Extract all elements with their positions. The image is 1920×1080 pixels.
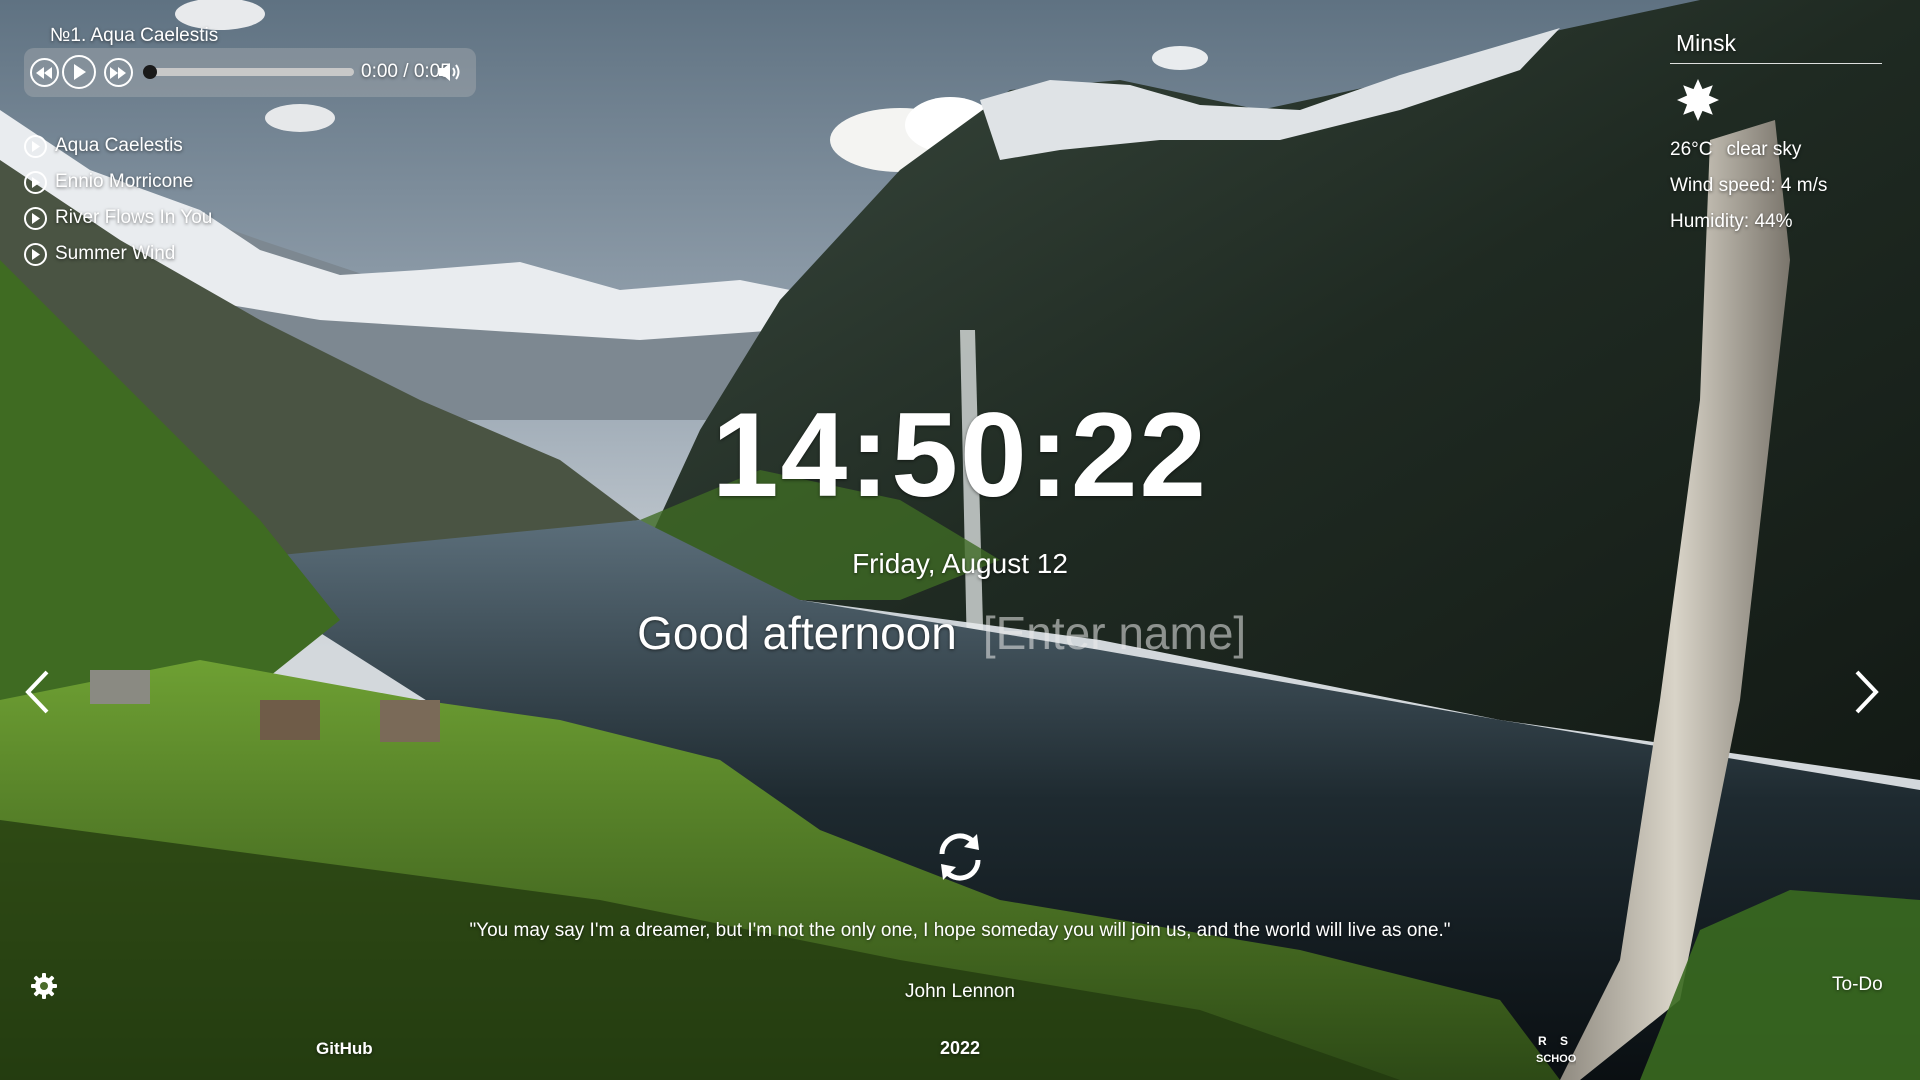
humidity: Humidity: 44% xyxy=(1670,211,1793,232)
sun-icon xyxy=(1677,79,1719,121)
background-image xyxy=(0,0,1920,1080)
volume-button[interactable] xyxy=(438,61,464,88)
progress-bar[interactable] xyxy=(143,65,354,79)
volume-icon xyxy=(439,63,460,81)
playlist-item-label: Ennio Morricone xyxy=(55,171,194,192)
quote-text: "You may say I'm a dreamer, but I'm not … xyxy=(469,920,1451,941)
rewind-icon xyxy=(36,66,52,79)
temperature: 26°C xyxy=(1670,139,1713,160)
play-icon xyxy=(24,170,47,194)
greeting-container: Good afternoon xyxy=(0,606,1920,660)
logo-word-school: SCHOOL xyxy=(1536,1053,1576,1065)
refresh-icon xyxy=(939,833,981,881)
prev-track-button[interactable] xyxy=(30,58,59,87)
greeting-text: Good afternoon xyxy=(637,607,957,659)
clock-time: 14:50:22 xyxy=(711,388,1209,522)
play-icon xyxy=(24,242,47,266)
play-icon xyxy=(24,134,47,158)
logo-letter-r: R xyxy=(1538,1034,1547,1048)
chevron-left-icon xyxy=(25,670,49,714)
chevron-right-icon xyxy=(1855,670,1879,714)
playlist-item[interactable]: Summer Wind xyxy=(24,236,212,272)
settings-button[interactable] xyxy=(30,972,58,1005)
change-quote-button[interactable] xyxy=(933,830,987,889)
slide-next-button[interactable] xyxy=(1852,668,1882,721)
copyright-year: 2022 xyxy=(939,1038,981,1058)
weather-temp-row: 26°C clear sky xyxy=(1670,132,1882,168)
current-track-title: №1. Aqua Caelestis xyxy=(50,25,219,46)
play-icon xyxy=(74,64,86,80)
playlist-item-label: River Flows In You xyxy=(55,207,213,228)
fast-forward-icon xyxy=(110,66,126,79)
rs-school-logo[interactable]: R S SCHOOL xyxy=(1536,1032,1576,1066)
quote-author: John Lennon xyxy=(905,981,1015,1002)
logo-letter-s: S xyxy=(1560,1034,1568,1048)
slide-prev-button[interactable] xyxy=(22,668,52,721)
playlist-item[interactable]: River Flows In You xyxy=(24,200,212,236)
clock-date: Friday, August 12 xyxy=(852,548,1068,579)
playlist-item-label: Aqua Caelestis xyxy=(55,135,183,156)
playlist: Aqua Caelestis Ennio Morricone River Flo… xyxy=(24,128,212,272)
city-input[interactable]: Minsk xyxy=(1670,28,1882,64)
playlist-item[interactable]: Aqua Caelestis xyxy=(24,128,212,164)
playlist-item-label: Summer Wind xyxy=(55,243,176,264)
name-input[interactable] xyxy=(982,606,1283,660)
next-track-button[interactable] xyxy=(104,58,133,87)
progress-thumb[interactable] xyxy=(143,65,157,79)
wind-speed: Wind speed: 4 m/s xyxy=(1670,175,1828,196)
play-button[interactable] xyxy=(62,55,96,89)
player-controls: 0:00 / 0:05 xyxy=(24,48,476,97)
gear-icon xyxy=(31,973,57,999)
play-icon xyxy=(24,206,47,230)
todo-button[interactable]: To-Do xyxy=(1832,974,1883,996)
playlist-item[interactable]: Ennio Morricone xyxy=(24,164,212,200)
weather-description: clear sky xyxy=(1726,139,1802,160)
weather-widget: Minsk 26°C clear sky Wind speed: 4 m/s Hu… xyxy=(1670,28,1882,240)
